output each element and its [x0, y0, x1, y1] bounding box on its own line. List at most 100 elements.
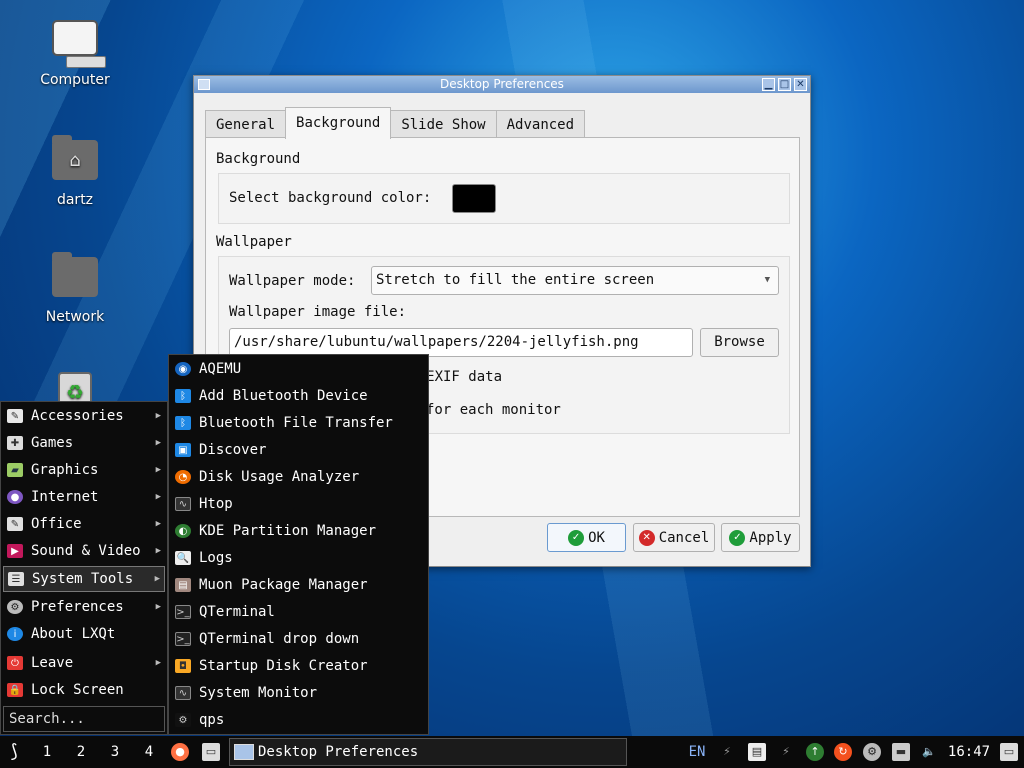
menu-item-graphics[interactable]: ▰ Graphics ▶ — [3, 458, 165, 482]
wallpaper-mode-select[interactable]: Stretch to fill the entire screen ▼ — [371, 266, 779, 295]
submenu-item-startup-disk-creator[interactable]: ◘ Startup Disk Creator — [171, 654, 426, 678]
browse-button[interactable]: Browse — [700, 328, 779, 357]
submenu-item-add-bluetooth-device[interactable]: ᛒ Add Bluetooth Device — [171, 384, 426, 408]
network-icon[interactable]: ⚡ — [777, 743, 795, 761]
submenu-item-htop[interactable]: ∿ Htop — [171, 492, 426, 516]
plug-icon[interactable]: ⚡ — [718, 743, 736, 761]
workspace-2[interactable]: 2 — [71, 736, 91, 768]
menu-item-label: Lock Screen — [31, 682, 124, 698]
tab-slide-show[interactable]: Slide Show — [390, 110, 497, 138]
submenu-item-aqemu[interactable]: ◉ AQEMU — [171, 357, 426, 381]
wallpaper-file-input[interactable]: /usr/share/lubuntu/wallpapers/2204-jelly… — [229, 328, 693, 357]
apply-button[interactable]: ✓ Apply — [721, 523, 800, 552]
desktop-icon-home[interactable]: ⌂ dartz — [25, 135, 125, 208]
firefox-icon[interactable]: ● — [171, 743, 189, 761]
volume-icon[interactable]: 🔈 — [920, 743, 938, 761]
submenu-item-logs[interactable]: 🔍 Logs — [171, 546, 426, 570]
tab-advanced[interactable]: Advanced — [495, 110, 586, 138]
preferences-icon: ⚙ — [7, 600, 23, 614]
menu-item-label: Sound & Video — [31, 543, 141, 559]
cancel-button[interactable]: ✕ Cancel — [633, 523, 715, 552]
submenu-item-qps[interactable]: ⚙ qps — [171, 708, 426, 732]
lubuntu-logo-icon: ⟆ — [8, 741, 20, 762]
chevron-right-icon: ▶ — [155, 465, 161, 475]
browse-button-label: Browse — [714, 334, 765, 350]
menu-item-internet[interactable]: ● Internet ▶ — [3, 485, 165, 509]
minimize-icon[interactable]: ▁ — [762, 78, 775, 91]
show-desktop-icon[interactable]: ▭ — [202, 743, 220, 761]
ok-button[interactable]: ✓ OK — [547, 523, 626, 552]
submenu-item-label: Startup Disk Creator — [199, 658, 368, 674]
menu-item-sound-video[interactable]: ▶ Sound & Video ▶ — [3, 539, 165, 563]
submenu-item-label: QTerminal — [199, 604, 275, 620]
workspace-3[interactable]: 3 — [105, 736, 125, 768]
terminal-icon: >_ — [175, 632, 191, 646]
chevron-right-icon: ▶ — [155, 438, 161, 448]
tab-general[interactable]: General — [205, 110, 287, 138]
submenu-item-qterminal-drop-down[interactable]: >_ QTerminal drop down — [171, 627, 426, 651]
maximize-icon[interactable]: □ — [778, 78, 791, 91]
cancel-button-label: Cancel — [658, 529, 710, 546]
show-desktop-corner-icon[interactable]: ▭ — [1000, 743, 1018, 761]
menu-item-lock-screen[interactable]: 🔒 Lock Screen — [3, 678, 165, 702]
submenu-item-discover[interactable]: ▣ Discover — [171, 438, 426, 462]
clipboard-icon[interactable]: ▤ — [748, 743, 766, 761]
background-group: Select background color: — [218, 173, 790, 224]
task-label: Desktop Preferences — [258, 744, 419, 760]
submenu-item-qterminal[interactable]: >_ QTerminal — [171, 600, 426, 624]
submenu-item-label: Htop — [199, 496, 233, 512]
wallpaper-file-label: Wallpaper image file: — [229, 304, 407, 320]
submenu-item-system-monitor[interactable]: ∿ System Monitor — [171, 681, 426, 705]
accessories-icon: ✎ — [7, 409, 23, 423]
menu-item-label: System Tools — [32, 571, 134, 587]
system-tools-submenu: ◉ AQEMU ᛒ Add Bluetooth Device ᛒ Bluetoo… — [168, 354, 429, 735]
settings-icon[interactable]: ⚙ — [863, 743, 881, 761]
info-icon: i — [7, 627, 23, 641]
submenu-item-muon-package-manager[interactable]: ▤ Muon Package Manager — [171, 573, 426, 597]
drive-icon[interactable]: ▬ — [892, 743, 910, 761]
partition-icon: ◐ — [175, 524, 191, 538]
submenu-item-label: qps — [199, 712, 225, 728]
menu-item-label: Accessories — [31, 408, 124, 424]
desktop-icon-label: Network — [45, 309, 105, 325]
startup-disk-icon: ◘ — [175, 659, 191, 673]
submenu-item-label: KDE Partition Manager — [199, 523, 377, 539]
update-icon[interactable]: ↑ — [806, 743, 824, 761]
graphics-icon: ▰ — [7, 463, 23, 477]
desktop-icon-computer[interactable]: Computer — [25, 20, 125, 88]
htop-icon: ∿ — [175, 497, 191, 511]
refresh-icon[interactable]: ↻ — [834, 743, 852, 761]
dialog-titlebar[interactable]: Desktop Preferences ▁ □ ✕ — [194, 76, 810, 93]
background-section-title: Background — [216, 151, 301, 167]
workspace-4[interactable]: 4 — [139, 736, 159, 768]
menu-item-office[interactable]: ✎ Office ▶ — [3, 512, 165, 536]
apply-button-label: Apply — [749, 529, 792, 546]
desktop-icon-network[interactable]: Network — [25, 252, 125, 325]
menu-item-about-lxqt[interactable]: i About LXQt — [3, 622, 165, 646]
start-menu-button[interactable]: ⟆ — [2, 736, 26, 768]
clock[interactable]: 16:47 — [944, 736, 994, 768]
check-icon: ✓ — [729, 529, 746, 546]
menu-search-input[interactable]: Search... — [3, 706, 165, 732]
menu-item-preferences[interactable]: ⚙ Preferences ▶ — [3, 595, 165, 619]
chevron-right-icon: ▶ — [155, 546, 161, 556]
tab-background[interactable]: Background — [285, 107, 392, 139]
menu-item-accessories[interactable]: ✎ Accessories ▶ — [3, 404, 165, 428]
tab-bar: General Background Slide Show Advanced — [205, 107, 586, 139]
submenu-item-bluetooth-file-transfer[interactable]: ᛒ Bluetooth File Transfer — [171, 411, 426, 435]
menu-item-system-tools[interactable]: ☰ System Tools ▶ — [3, 566, 165, 592]
close-icon[interactable]: ✕ — [794, 78, 807, 91]
workspace-1[interactable]: 1 — [37, 736, 57, 768]
submenu-item-kde-partition-manager[interactable]: ◐ KDE Partition Manager — [171, 519, 426, 543]
background-color-button[interactable] — [452, 184, 496, 213]
task-desktop-preferences[interactable]: Desktop Preferences — [229, 738, 627, 766]
taskbar: ⟆ 1 2 3 4 ● ▭ Desktop Preferences EN ⚡ ▤… — [0, 736, 1024, 768]
lock-icon: 🔒 — [7, 683, 23, 697]
menu-item-games[interactable]: ✚ Games ▶ — [3, 431, 165, 455]
submenu-item-disk-usage-analyzer[interactable]: ◔ Disk Usage Analyzer — [171, 465, 426, 489]
menu-item-label: Games — [31, 435, 74, 451]
keyboard-layout-indicator[interactable]: EN — [686, 736, 708, 768]
per-monitor-option-label: for each monitor — [426, 402, 561, 418]
games-icon: ✚ — [7, 436, 23, 450]
menu-item-leave[interactable]: ⏻ Leave ▶ — [3, 651, 165, 675]
